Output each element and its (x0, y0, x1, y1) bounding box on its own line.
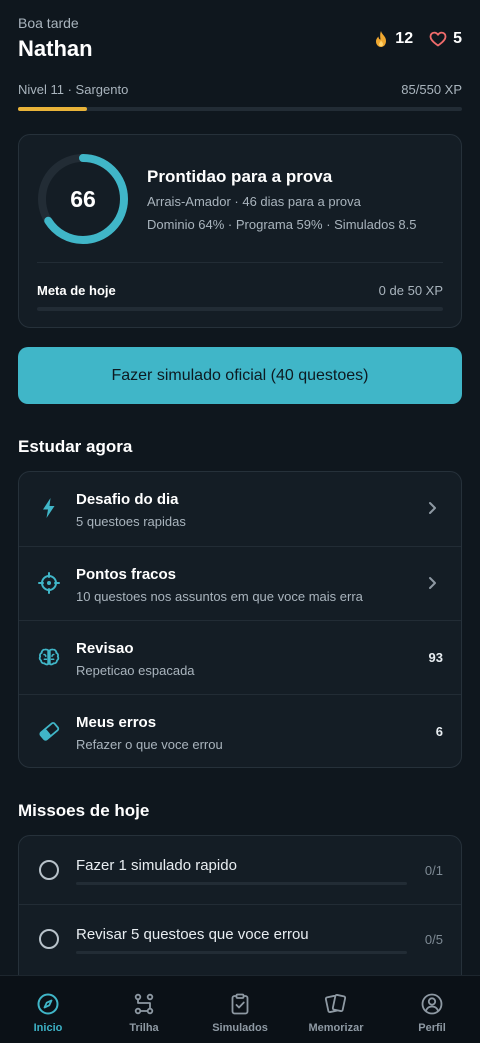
study-item-subtitle: Refazer o que voce errou (76, 737, 223, 752)
study-item-daily-challenge[interactable]: Desafio do dia 5 questoes rapidas (19, 472, 461, 546)
mission-progress-bar (76, 882, 407, 885)
readiness-subtitle: Arrais-Amador · 46 dias para a prova (147, 194, 361, 209)
user-name: Nathan (18, 36, 93, 61)
study-item-count: 93 (428, 650, 443, 665)
user-circle-icon (421, 993, 443, 1015)
home-screen: Boa tarde Nathan 12 5 Nivel 11 · Sargent… (0, 0, 480, 975)
missions-section-title: Missoes de hoje (18, 801, 150, 820)
study-item-subtitle: Repeticao espacada (76, 663, 195, 678)
streak-value: 12 (395, 30, 414, 47)
lives-value: 5 (453, 30, 462, 47)
xp-value: 85/550 XP (401, 82, 462, 97)
study-item-subtitle: 5 questoes rapidas (76, 514, 186, 529)
greeting: Boa tarde (18, 15, 79, 31)
missions-list: Fazer 1 simulado rapido 0/1 Revisar 5 qu… (18, 835, 462, 975)
readiness-details: Dominio 64% · Programa 59% · Simulados 8… (147, 217, 417, 232)
study-section-title: Estudar agora (18, 437, 133, 456)
eraser-icon (39, 722, 60, 741)
mission-checkbox[interactable] (39, 929, 59, 949)
lightning-icon (43, 498, 55, 518)
flame-icon (376, 31, 387, 47)
daily-goal-label: Meta de hoje (37, 283, 116, 298)
study-item-my-mistakes[interactable]: Meus erros Refazer o que voce errou 6 (19, 694, 461, 768)
study-item-title: Meus erros (76, 714, 157, 731)
streak-counter[interactable]: 12 (373, 30, 413, 48)
mission-title: Revisar 5 questoes que voce errou (76, 926, 309, 943)
crosshair-icon (38, 572, 60, 594)
level-label: Nivel 11 · Sargento (18, 82, 129, 97)
compass-icon (37, 993, 59, 1015)
nav-label: Simulados (212, 1022, 268, 1034)
mission-value: 0/1 (424, 863, 443, 878)
mission-title: Fazer 1 simulado rapido (76, 857, 237, 874)
nav-label: Inicio (33, 1022, 63, 1034)
readiness-card[interactable]: 66 Prontidao para a prova Arrais-Amador … (18, 134, 462, 328)
xp-progress-bar (18, 107, 462, 111)
brain-icon (38, 648, 60, 666)
route-icon (134, 993, 154, 1015)
lives-counter[interactable]: 5 (429, 30, 462, 48)
study-item-title: Revisao (76, 640, 134, 657)
daily-goal-progress-bar (37, 307, 443, 311)
study-item-subtitle: 10 questoes nos assuntos em que voce mai… (76, 589, 363, 604)
study-item-review[interactable]: Revisao Repeticao espacada 93 (19, 620, 461, 694)
study-item-title: Desafio do dia (76, 491, 179, 508)
study-item-title: Pontos fracos (76, 566, 177, 583)
bottom-nav: Inicio Trilha Simulados Memorizar Perfil (0, 975, 480, 1043)
study-item-count: 6 (435, 724, 443, 739)
nav-item-simulados[interactable]: Simulados (192, 976, 288, 1043)
xp-progress-fill (18, 107, 87, 111)
nav-item-perfil[interactable]: Perfil (384, 976, 480, 1043)
mission-checkbox[interactable] (39, 860, 59, 880)
nav-label: Memorizar (308, 1022, 364, 1034)
mission-value: 0/5 (424, 932, 443, 947)
chevron-right-icon (429, 502, 436, 514)
nav-item-trilha[interactable]: Trilha (96, 976, 192, 1043)
official-exam-button[interactable]: Fazer simulado oficial (40 questoes) (18, 347, 462, 404)
header-stats: 12 5 (373, 30, 462, 48)
nav-label: Trilha (129, 1022, 159, 1034)
readiness-score: 66 (70, 185, 96, 212)
mission-progress-bar (76, 951, 407, 954)
level-row: Nivel 11 · Sargento 85/550 XP (18, 82, 462, 97)
study-item-weak-points[interactable]: Pontos fracos 10 questoes nos assuntos e… (19, 546, 461, 620)
mission-item[interactable]: Fazer 1 simulado rapido 0/1 (19, 836, 461, 904)
nav-item-inicio[interactable]: Inicio (0, 976, 96, 1043)
readiness-title: Prontidao para a prova (147, 167, 333, 186)
mission-item[interactable]: Revisar 5 questoes que voce errou 0/5 (19, 904, 461, 972)
divider (37, 262, 443, 263)
study-list: Desafio do dia 5 questoes rapidas Pontos… (18, 471, 462, 768)
heart-icon (429, 31, 447, 47)
daily-goal-value: 0 de 50 XP (378, 283, 443, 298)
cards-icon (324, 994, 347, 1013)
nav-label: Perfil (418, 1022, 446, 1034)
nav-item-memorizar[interactable]: Memorizar (288, 976, 384, 1043)
chevron-right-icon (429, 577, 436, 589)
clipboard-check-icon (231, 993, 249, 1015)
